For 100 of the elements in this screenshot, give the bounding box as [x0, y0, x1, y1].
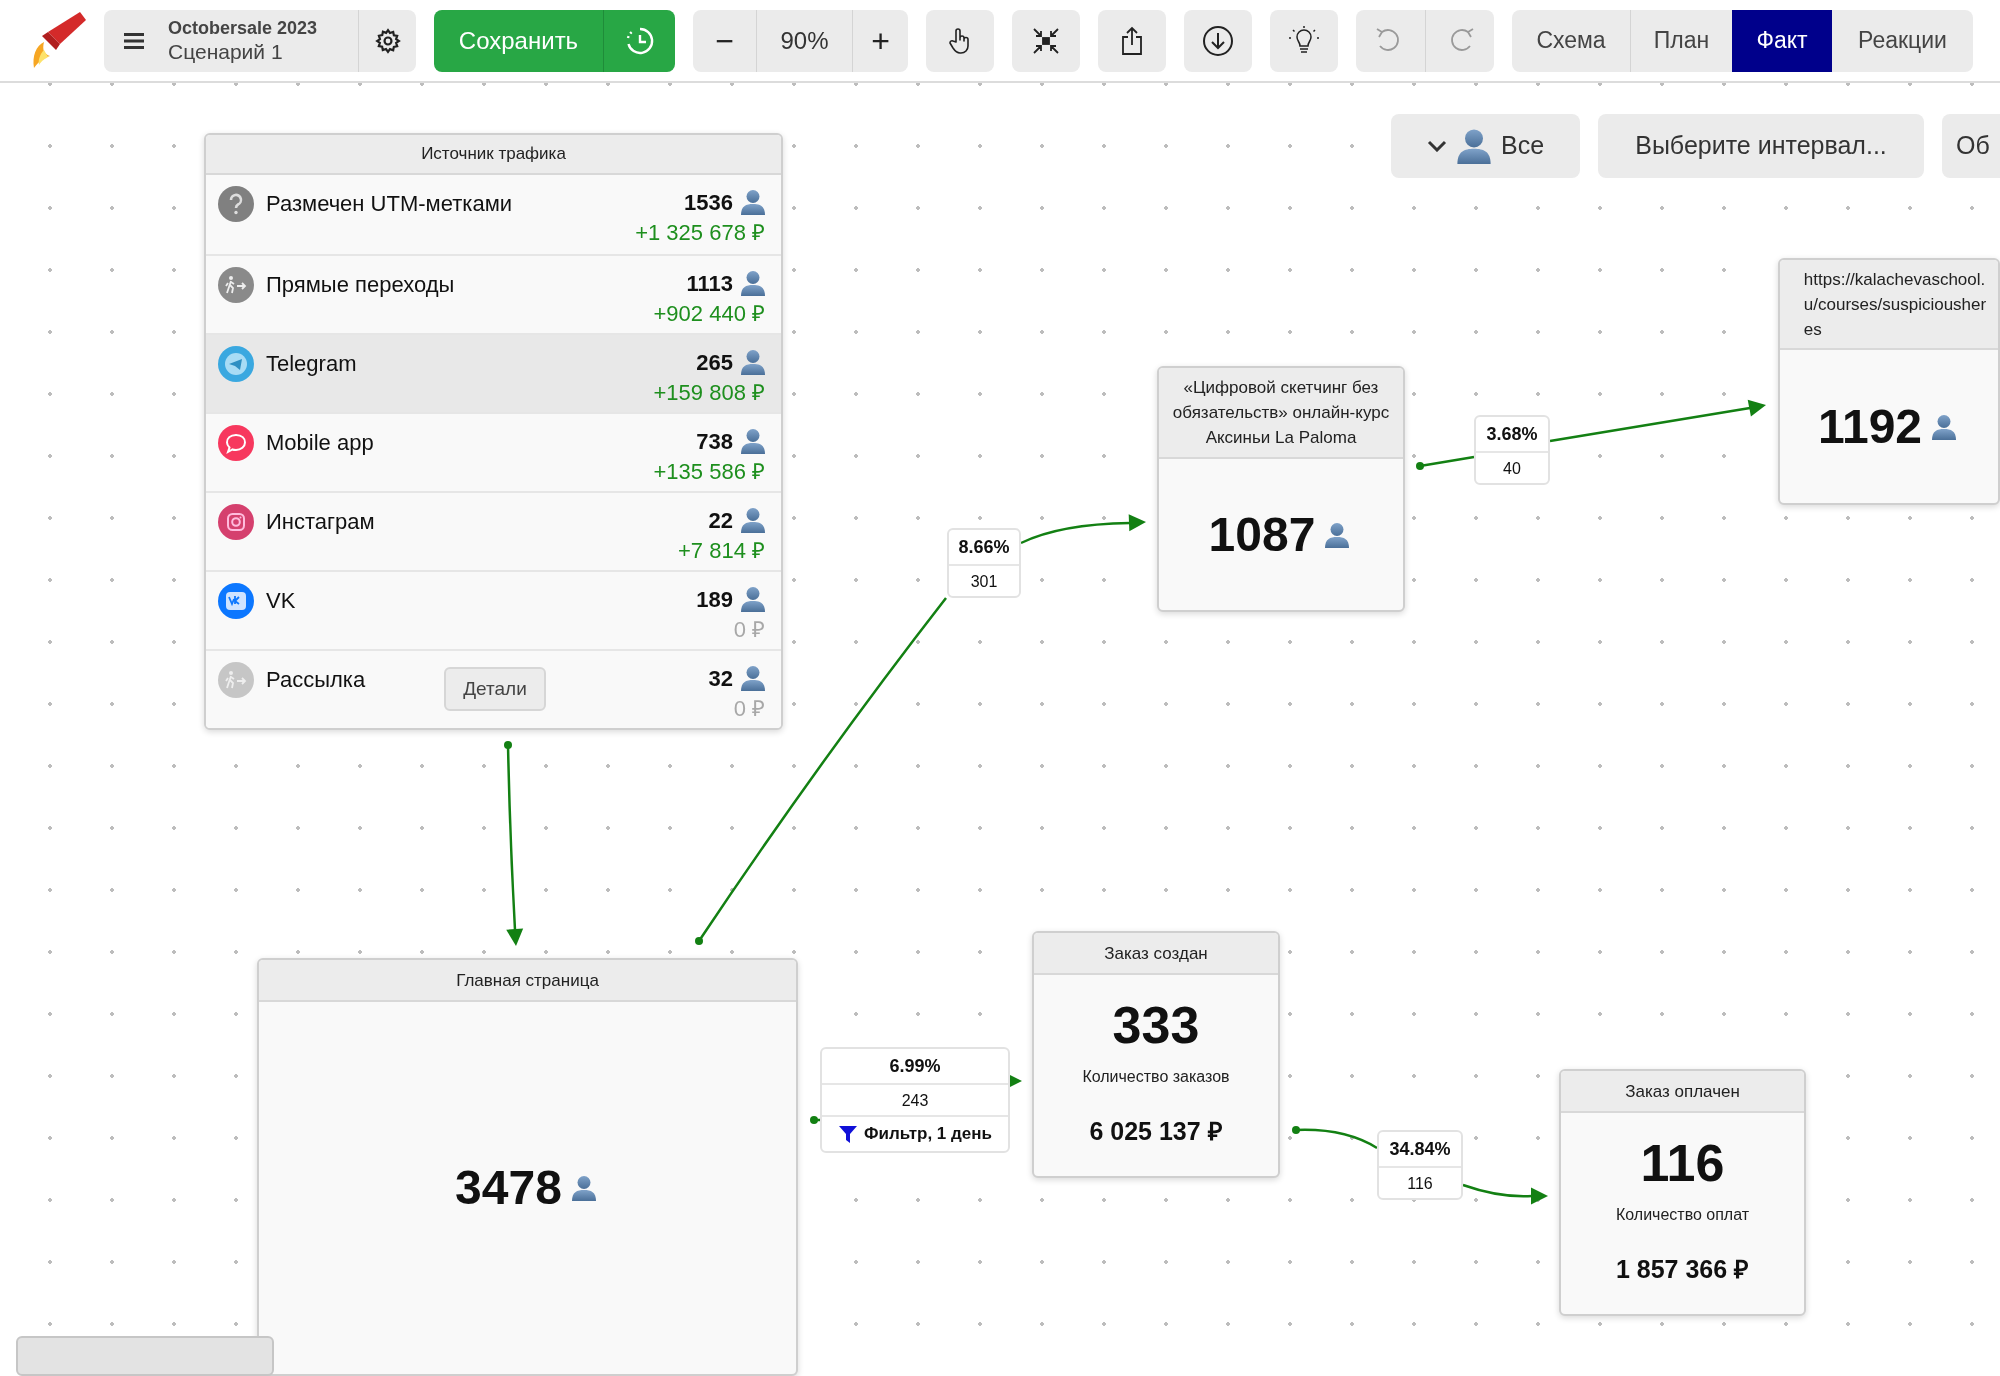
source-name: Размечен UTM-метками [266, 190, 513, 218]
goal-node[interactable]: Заказ оплачен 116 Количество оплат 1 857 366 ₽ [1559, 1069, 1806, 1316]
visitor-count: 1192 [1817, 398, 1923, 455]
node-title: «Цифровой скетчинг без обязательств» онлайн-курс Аксиньи La Paloma [1171, 377, 1391, 449]
person-icon [1325, 521, 1350, 548]
person-icon [741, 665, 765, 691]
person-icon [571, 1175, 596, 1201]
visitor-count: 265 [696, 348, 733, 377]
interval-picker[interactable]: Выберите интервал... [1598, 114, 1924, 178]
pointer-tool-button[interactable] [926, 9, 994, 72]
toolbar-button[interactable]: Об [1942, 114, 2000, 178]
question-mark-icon [218, 186, 254, 222]
page-node[interactable]: «Цифровой скетчинг без обязательств» онлайн-курс Аксиньи La Paloma 1087 [1157, 366, 1405, 612]
person-icon [741, 586, 765, 612]
source-row[interactable]: Рассылка 32 0 ₽ Детали [206, 649, 781, 728]
order-count: 333 [1112, 995, 1200, 1055]
view-tab[interactable]: План [1631, 9, 1732, 72]
person-icon [1932, 413, 1957, 440]
person-icon [741, 349, 765, 375]
source-row[interactable]: VK 189 0 ₽ [206, 570, 781, 649]
conversion-percent: 3.68% [1485, 423, 1539, 446]
revenue-amount: +7 814 ₽ [678, 537, 765, 565]
source-name: Рассылка [266, 666, 366, 694]
source-name: Инстаграм [266, 508, 375, 536]
node-title: Заказ оплачен [1624, 1080, 1741, 1103]
zoom-out-button[interactable]: − [693, 9, 756, 72]
conversion-count: 243 [822, 1083, 1008, 1115]
page-node[interactable]: https://kalachevaschool. u/courses/suspiciousher es 1192 [1778, 258, 2000, 505]
walking-person-icon [218, 267, 254, 303]
history-clock-icon [624, 25, 655, 56]
filter-icon [838, 1124, 858, 1144]
person-icon [741, 270, 765, 296]
source-name: VK [266, 587, 296, 615]
metric-caption: Количество заказов [1082, 1067, 1230, 1087]
order-count: 116 [1640, 1133, 1725, 1193]
conversion-count: 116 [1379, 1166, 1461, 1198]
audience-dropdown[interactable]: Все [1391, 114, 1580, 178]
view-tab[interactable]: Реакции [1832, 9, 1973, 72]
settings-icon [374, 27, 401, 54]
view-tab[interactable]: Схема [1512, 9, 1630, 72]
visitor-count: 22 [708, 506, 733, 535]
view-tab[interactable]: Факт [1732, 9, 1832, 72]
source-row[interactable]: Размечен UTM-метками 1536 +1 325 678 ₽ [206, 175, 781, 254]
chevron-down-icon [1426, 140, 1447, 152]
hand-pointer-icon [948, 26, 972, 55]
fit-button[interactable] [1012, 9, 1080, 72]
audience-label: Все [1500, 130, 1545, 162]
conversion-percent: 34.84% [1388, 1138, 1452, 1161]
revenue-amount: +1 325 678 ₽ [635, 219, 765, 247]
metric-caption: Количество оплат [1615, 1205, 1750, 1225]
source-row[interactable]: Инстаграм 22 +7 814 ₽ [206, 491, 781, 570]
connector-arrow [1010, 1075, 1022, 1087]
visitor-count: 189 [696, 585, 733, 614]
person-icon [741, 507, 765, 533]
filter-label: Фильтр, 1 день [864, 1123, 992, 1146]
source-name: Прямые переходы [266, 271, 455, 299]
revenue-amount: 6 025 137 ₽ [1089, 1116, 1223, 1147]
visitor-count: 1536 [684, 188, 733, 217]
connector-arrow [1416, 455, 1475, 470]
person-icon [741, 428, 765, 454]
source-row[interactable]: Прямые переходы 1113 +902 440 ₽ [206, 254, 781, 333]
goal-node[interactable]: Заказ создан 333 Количество заказов 6 025 137 ₽ [1032, 931, 1280, 1178]
scenario-name: Сценарий 1 [168, 38, 284, 65]
person-icon [1456, 128, 1491, 164]
camera-icon [218, 504, 254, 540]
revenue-amount: 1 857 366 ₽ [1615, 1254, 1750, 1285]
page-node[interactable]: Главная страница 3478 [257, 958, 798, 1376]
node-title: Главная страница [455, 969, 600, 992]
share-icon [1120, 25, 1144, 56]
conversion-count: 301 [949, 564, 1019, 596]
vk-logo-icon [218, 583, 254, 619]
paper-plane-icon [218, 346, 254, 382]
revenue-amount: 0 ₽ [733, 695, 765, 723]
node-title: Заказ создан [1103, 942, 1209, 965]
details-button[interactable]: Детали [444, 667, 546, 711]
source-name: Mobile app [266, 429, 374, 457]
conversion-percent: 6.99% [888, 1055, 942, 1078]
walking-person-icon [218, 662, 254, 698]
source-row[interactable]: Mobile app 738 +135 586 ₽ [206, 412, 781, 491]
visitor-count: 3478 [455, 1160, 562, 1216]
zoom-level: 90% [779, 25, 830, 56]
source-row[interactable]: Telegram 265 +159 808 ₽ [206, 333, 781, 412]
person-icon [741, 189, 765, 215]
conversion-percent: 8.66% [957, 536, 1011, 559]
menu-icon[interactable] [124, 32, 144, 49]
visitor-count: 32 [708, 664, 733, 693]
visitor-count: 738 [696, 427, 733, 456]
hint-button[interactable] [1270, 9, 1338, 72]
source-name: Telegram [266, 350, 357, 378]
revenue-amount: +135 586 ₽ [653, 458, 765, 486]
download-icon [1202, 24, 1234, 57]
share-button[interactable] [1098, 9, 1166, 72]
revenue-amount: +159 808 ₽ [653, 379, 765, 407]
visitor-count: 1113 [686, 269, 733, 298]
revenue-amount: +902 440 ₽ [653, 300, 765, 328]
compress-icon [1031, 25, 1061, 56]
download-button[interactable] [1184, 9, 1252, 72]
visitor-count: 1087 [1208, 506, 1316, 563]
zoom-in-button[interactable]: + [853, 9, 908, 72]
card-title: Источник трафика [421, 143, 566, 166]
